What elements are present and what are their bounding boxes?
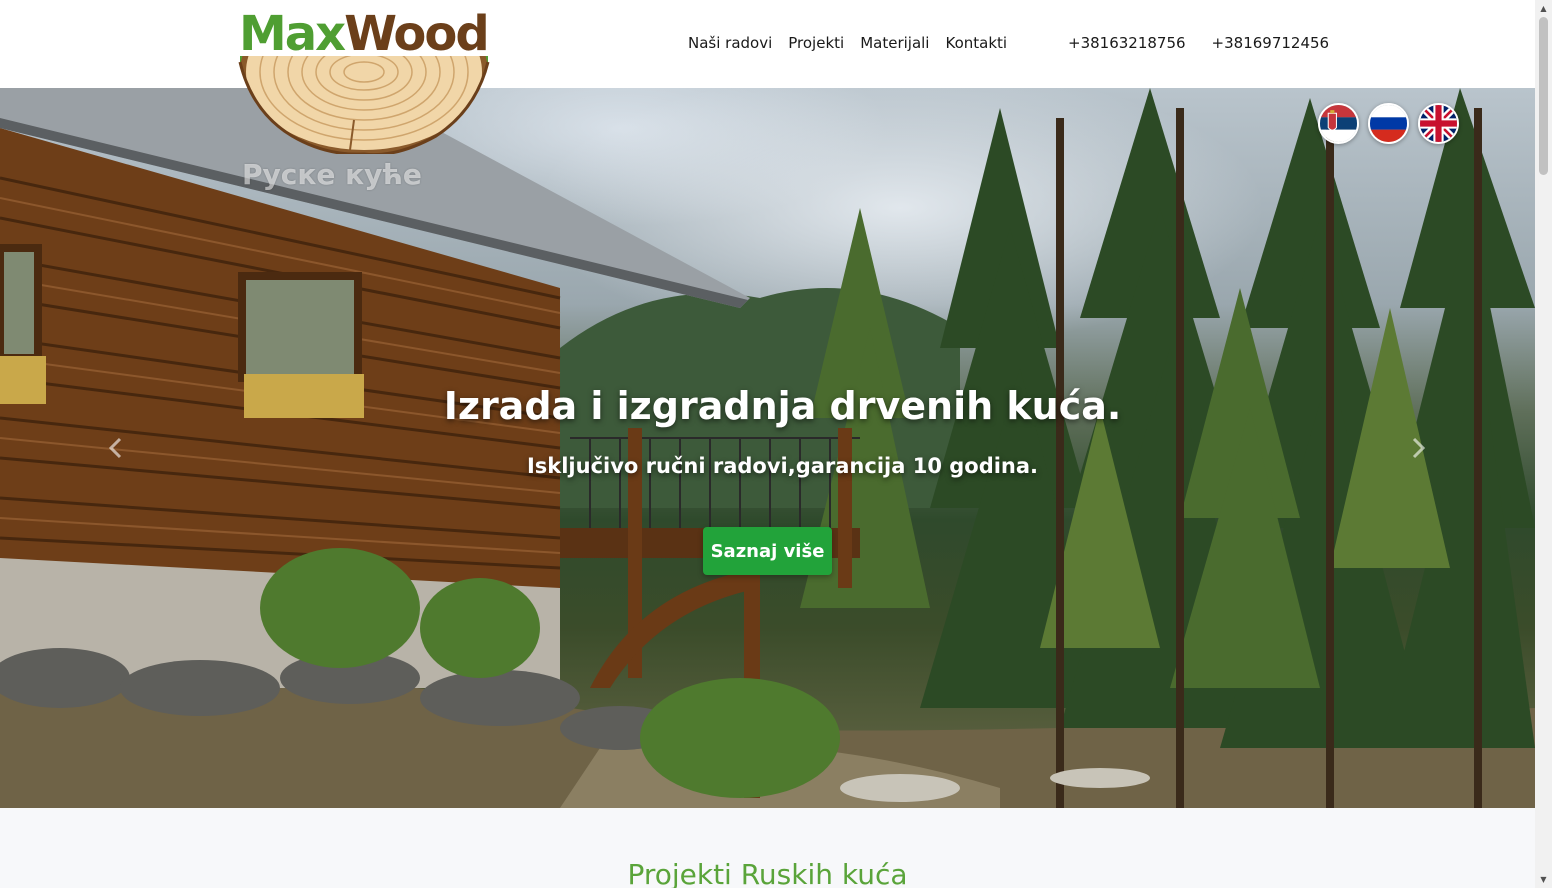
- language-option-english[interactable]: [1418, 103, 1459, 144]
- hero-title: Izrada i izgradnja drvenih kuća.: [443, 384, 1122, 428]
- main-nav: Naši radovi Projekti Materijali Kontakti: [688, 34, 1007, 52]
- language-option-serbian[interactable]: [1318, 103, 1359, 144]
- header-navbar: Naši radovi Projekti Materijali Kontakti…: [0, 0, 1535, 88]
- nav-item-materijali[interactable]: Materijali: [860, 34, 929, 52]
- tree-stump-icon: [238, 56, 490, 154]
- nav-item-projekti[interactable]: Projekti: [788, 34, 844, 52]
- nav-item-kontakti[interactable]: Kontakti: [945, 34, 1007, 52]
- hero-watermark-text: Руске куће: [242, 158, 422, 191]
- hero-subtitle: Isključivo ručni radovi,garancija 10 god…: [526, 454, 1039, 478]
- learn-more-button[interactable]: Saznaj više: [703, 527, 832, 575]
- nav-item-nasi-radovi[interactable]: Naši radovi: [688, 34, 772, 52]
- phone-link-1[interactable]: +38163218756: [1068, 34, 1186, 52]
- phone-numbers: +38163218756 +38169712456: [1068, 34, 1329, 52]
- projects-section-title: Projekti Ruskih kuća: [627, 858, 908, 888]
- uk-flag-icon: [1420, 105, 1457, 142]
- scroll-up-arrow-icon[interactable]: ▲: [1535, 0, 1552, 17]
- maxwood-logo[interactable]: MaxWood: [236, 6, 492, 156]
- scrollbar-thumb[interactable]: [1539, 17, 1548, 175]
- russia-flag-icon: [1370, 105, 1407, 142]
- chevron-right-icon: [1412, 437, 1426, 459]
- projects-section: Projekti Ruskih kuća: [0, 808, 1535, 888]
- hero-carousel: Руске куће Izrada i izgradnja drvenih ku…: [0, 88, 1535, 808]
- phone-link-2[interactable]: +38169712456: [1212, 34, 1330, 52]
- page-scrollbar[interactable]: ▲ ▼: [1535, 0, 1552, 888]
- language-option-russian[interactable]: [1368, 103, 1409, 144]
- serbia-flag-icon: [1320, 105, 1357, 142]
- scroll-down-arrow-icon[interactable]: ▼: [1535, 871, 1552, 888]
- language-switcher: [1318, 103, 1459, 144]
- carousel-next-button[interactable]: [1404, 433, 1434, 463]
- hero-background-image: [0, 88, 1535, 808]
- chevron-left-icon: [108, 437, 122, 459]
- carousel-prev-button[interactable]: [100, 433, 130, 463]
